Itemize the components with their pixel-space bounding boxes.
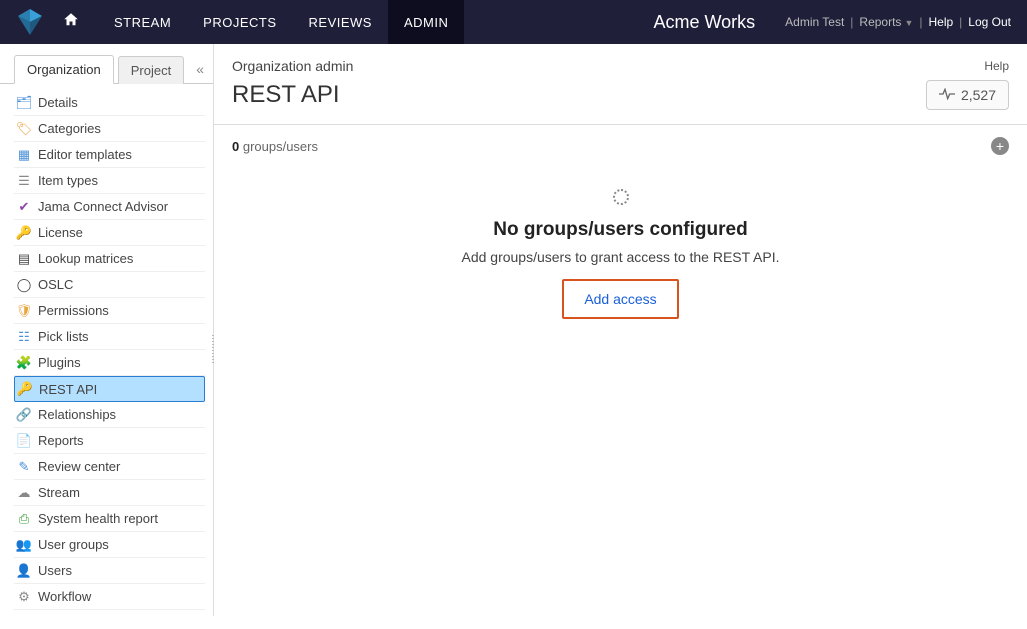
- api-key-icon: 🔑: [17, 381, 33, 397]
- resize-handle[interactable]: [210, 330, 216, 370]
- home-icon[interactable]: [62, 11, 80, 34]
- sidebar-item-user-groups[interactable]: 👥User groups: [14, 532, 205, 558]
- nav-projects[interactable]: PROJECTS: [187, 0, 292, 44]
- sidebar-item-oslc[interactable]: ◯OSLC: [14, 272, 205, 298]
- nav-reviews[interactable]: REVIEWS: [293, 0, 388, 44]
- sidebar-item-lookup-matrices[interactable]: ▤Lookup matrices: [14, 246, 205, 272]
- picklist-icon: ☷: [16, 329, 32, 345]
- sidebar-item-stream[interactable]: ☁Stream: [14, 480, 205, 506]
- counter-value: 2,527: [961, 87, 996, 103]
- key-icon: 🔑: [16, 225, 32, 241]
- sidebar-item-plugins[interactable]: 🧩Plugins: [14, 350, 205, 376]
- content: Organization admin Help REST API 2,527 0…: [214, 44, 1027, 616]
- sidebar-tabs: Organization Project «: [0, 44, 213, 84]
- content-help-link[interactable]: Help: [984, 59, 1009, 73]
- sidebar-item-pick-lists[interactable]: ☷Pick lists: [14, 324, 205, 350]
- sidebar-item-workflow[interactable]: ⚙Workflow: [14, 584, 205, 610]
- circle-icon: ◯: [16, 277, 32, 293]
- add-access-link[interactable]: Add access: [566, 283, 674, 315]
- sidebar-list: 🗂Details 🏷Categories ▦Editor templates ☰…: [0, 84, 213, 616]
- nav-stream[interactable]: STREAM: [98, 0, 187, 44]
- usage-counter: 2,527: [926, 80, 1009, 110]
- user-icon: 👤: [16, 563, 32, 579]
- sidebar-item-system-health[interactable]: ⎙System health report: [14, 506, 205, 532]
- spinner-icon: [613, 189, 629, 205]
- add-button[interactable]: +: [991, 137, 1009, 155]
- shield-icon: 🛡: [16, 303, 32, 319]
- chevron-down-icon: ▼: [904, 18, 913, 28]
- list-icon: ☰: [16, 173, 32, 189]
- callout-highlight: Add access: [562, 279, 678, 319]
- pulse-icon: [939, 87, 955, 103]
- sidebar-item-editor-templates[interactable]: ▦Editor templates: [14, 142, 205, 168]
- top-nav: STREAM PROJECTS REVIEWS ADMIN: [98, 0, 464, 44]
- sidebar-item-jama-advisor[interactable]: ✔Jama Connect Advisor: [14, 194, 205, 220]
- app-logo[interactable]: [12, 4, 48, 40]
- stream-icon: ☁: [16, 485, 32, 501]
- review-icon: ✎: [16, 459, 32, 475]
- nav-admin[interactable]: ADMIN: [388, 0, 464, 44]
- sidebar-item-users[interactable]: 👤Users: [14, 558, 205, 584]
- reports-menu[interactable]: Reports▼: [859, 15, 913, 29]
- workflow-icon: ⚙: [16, 589, 32, 605]
- tag-icon: 🏷: [16, 121, 32, 137]
- sidebar-item-rest-api[interactable]: 🔑REST API: [14, 376, 205, 402]
- health-icon: ⎙: [16, 511, 32, 527]
- sidebar-item-relationships[interactable]: 🔗Relationships: [14, 402, 205, 428]
- sidebar-item-license[interactable]: 🔑License: [14, 220, 205, 246]
- template-icon: ▦: [16, 147, 32, 163]
- sidebar-item-details[interactable]: 🗂Details: [14, 90, 205, 116]
- group-icon: 👥: [16, 537, 32, 553]
- breadcrumb: Organization admin: [232, 58, 353, 74]
- org-name: Acme Works: [653, 12, 755, 33]
- sidebar-item-permissions[interactable]: 🛡Permissions: [14, 298, 205, 324]
- sidebar-item-review-center[interactable]: ✎Review center: [14, 454, 205, 480]
- page-title: REST API: [232, 81, 340, 109]
- empty-title: No groups/users configured: [214, 219, 1027, 241]
- report-icon: 📄: [16, 433, 32, 449]
- tab-organization[interactable]: Organization: [14, 55, 114, 84]
- sidebar-item-item-types[interactable]: ☰Item types: [14, 168, 205, 194]
- user-label[interactable]: Admin Test: [785, 15, 844, 29]
- sidebar-item-reports[interactable]: 📄Reports: [14, 428, 205, 454]
- top-bar: STREAM PROJECTS REVIEWS ADMIN Acme Works…: [0, 0, 1027, 44]
- puzzle-icon: 🧩: [16, 355, 32, 371]
- link-icon: 🔗: [16, 407, 32, 423]
- plus-icon: +: [996, 138, 1004, 154]
- empty-state: No groups/users configured Add groups/us…: [214, 167, 1027, 359]
- details-icon: 🗂: [16, 95, 32, 111]
- check-badge-icon: ✔: [16, 199, 32, 215]
- grid-icon: ▤: [16, 251, 32, 267]
- group-user-count: 0 groups/users: [232, 139, 318, 154]
- top-right: Admin Test | Reports▼ | Help | Log Out: [785, 15, 1027, 29]
- sidebar: Organization Project « 🗂Details 🏷Categor…: [0, 44, 214, 616]
- collapse-sidebar-icon[interactable]: «: [196, 61, 201, 77]
- empty-subtitle: Add groups/users to grant access to the …: [214, 249, 1027, 265]
- tab-project[interactable]: Project: [118, 56, 184, 84]
- sidebar-item-categories[interactable]: 🏷Categories: [14, 116, 205, 142]
- help-link-top[interactable]: Help: [928, 15, 953, 29]
- logout-link[interactable]: Log Out: [968, 15, 1011, 29]
